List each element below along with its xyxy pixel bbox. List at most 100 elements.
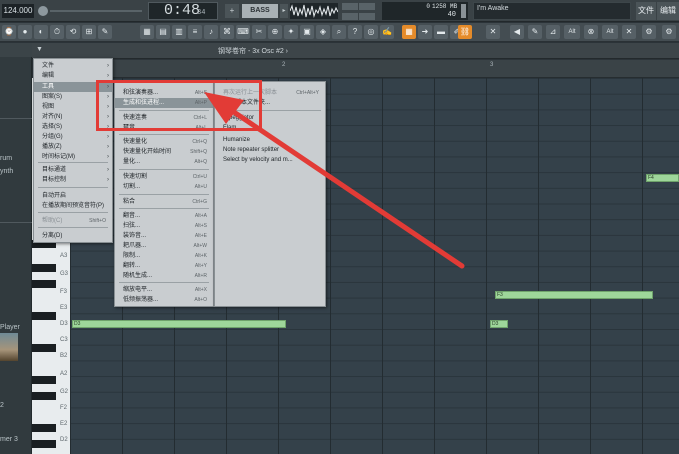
help-icon[interactable]: ? (348, 25, 362, 39)
note[interactable]: D3 (490, 320, 508, 328)
menu-item[interactable]: 在播放期间预览音符(P) (34, 201, 112, 211)
black-key[interactable] (32, 440, 56, 448)
song-position-slider[interactable] (38, 6, 143, 16)
loop-icon[interactable]: ⟲ (66, 25, 80, 39)
note[interactable]: F4 (646, 174, 679, 182)
layout-icon[interactable]: ▬ (434, 25, 448, 39)
search-icon[interactable]: ⌕ (332, 25, 346, 39)
browser-item[interactable]: Player (0, 324, 20, 331)
menu-item[interactable]: 耙爪器... Alt+W (115, 241, 213, 251)
menu-item-label: 目标通道 (42, 167, 67, 173)
black-key[interactable] (32, 392, 56, 400)
menu-separator (38, 162, 108, 163)
cut-icon[interactable]: ✂ (252, 25, 266, 39)
black-key[interactable] (32, 344, 56, 352)
menu-item[interactable]: 自动开启 (34, 191, 112, 201)
render-icon[interactable]: ◈ (316, 25, 330, 39)
menu-arrow-icon[interactable]: ▼ (36, 46, 43, 53)
cross-icon[interactable]: ✕ (622, 25, 636, 39)
menu-item[interactable]: 播放(Z) › (34, 142, 112, 152)
submenu-arrow-icon: › (107, 177, 109, 183)
browser-item[interactable]: rum (0, 155, 12, 162)
menu-item[interactable]: 文件 › (34, 61, 112, 71)
menu-item[interactable]: 目标控制 › (34, 175, 112, 185)
piano-roll-icon[interactable]: ▦ (140, 25, 154, 39)
black-key[interactable] (32, 424, 56, 432)
mute-icon[interactable]: ⊗ (584, 25, 598, 39)
menu-item[interactable]: 分组(G) › (34, 132, 112, 142)
timeline-ruler[interactable] (70, 60, 679, 78)
mixer-icon[interactable]: ≡ (188, 25, 202, 39)
bar-number: 2 (282, 62, 286, 68)
speaker-icon[interactable]: ◀ (510, 25, 524, 39)
menu-item[interactable]: 快速量化开始时间 Shift+Q (115, 147, 213, 157)
pattern-selector[interactable]: BASS (242, 4, 278, 18)
menu-item-shortcut: Shift+O (89, 218, 106, 224)
menu-item[interactable]: 快速量化 Ctrl+Q (115, 137, 213, 147)
submenu-arrow-icon: › (107, 63, 109, 69)
note[interactable]: F3 (495, 291, 653, 299)
menu-item[interactable]: 限制... Alt+K (115, 251, 213, 261)
record-icon[interactable]: ● (18, 25, 32, 39)
control-icon[interactable]: ⊿ (546, 25, 560, 39)
menu-item[interactable]: 量化... Alt+Q (115, 157, 213, 167)
menu-item[interactable]: 随机生成... Alt+R (115, 271, 213, 281)
menu-item[interactable]: 装饰音... Alt+E (115, 231, 213, 241)
submenu-arrow-icon: › (107, 154, 109, 160)
snap-icon[interactable]: ⊕ (268, 25, 282, 39)
menu-item[interactable]: 缩放电平... Alt+X (115, 285, 213, 295)
close-icon[interactable]: ✕ (486, 25, 500, 39)
blend-icon[interactable]: ◐ (34, 25, 48, 39)
menu-item[interactable]: 帮助(C) Shift+O (34, 216, 112, 226)
alt-button-1[interactable]: Alt (564, 25, 580, 39)
browser-icon[interactable]: ⌘ (220, 25, 234, 39)
black-key[interactable] (32, 312, 56, 320)
menu-item[interactable]: 低频振荡器... Alt+O (115, 295, 213, 305)
tempo-display[interactable]: 124.000 (2, 4, 34, 18)
note[interactable]: D3 (72, 320, 286, 328)
brush-icon[interactable]: ✎ (528, 25, 542, 39)
highlight-tool-icon[interactable]: ▦ (402, 25, 416, 39)
menu-file[interactable]: 文件 (636, 2, 656, 20)
web-icon[interactable]: ◎ (364, 25, 378, 39)
step-icon[interactable]: ⊞ (82, 25, 96, 39)
typing-keyboard-icon[interactable]: ⌨ (236, 25, 250, 39)
plugin-thumbnail[interactable] (0, 333, 18, 361)
metronome-icon[interactable]: ⌚ (2, 25, 16, 39)
wrench-icon[interactable]: ⚙ (642, 25, 656, 39)
wait-icon[interactable]: ⏱ (50, 25, 64, 39)
menu-item[interactable]: 切割... Alt+U (115, 182, 213, 192)
menu-item[interactable]: 分离(D) (34, 231, 112, 241)
black-key[interactable] (32, 376, 56, 384)
edit-icon[interactable]: ✍ (380, 25, 394, 39)
arrow-tool-icon[interactable]: ➜ (418, 25, 432, 39)
menu-item-label: 分离(D) (42, 233, 63, 239)
menu-item-shortcut: Alt+X (194, 287, 207, 293)
menu-item[interactable]: 粘合 Ctrl+G (115, 197, 213, 207)
playlist-icon[interactable]: ▤ (156, 25, 170, 39)
menu-item[interactable]: 快速切割 Ctrl+U (115, 172, 213, 182)
save-icon[interactable]: ▣ (300, 25, 314, 39)
scale-icon[interactable]: ✎ (98, 25, 112, 39)
browser-item[interactable]: 2 (0, 402, 4, 409)
menu-item[interactable]: 扫弦... Alt+S (115, 221, 213, 231)
link-icon[interactable]: ⛓ (458, 25, 472, 39)
black-key[interactable] (32, 280, 56, 288)
black-key[interactable] (32, 264, 56, 272)
alt-button-2[interactable]: Alt (602, 25, 618, 39)
key-label: E2 (60, 421, 68, 427)
browser-item[interactable]: mer 3 (0, 436, 18, 443)
menu-item[interactable]: 时间标记(M) › (34, 152, 112, 162)
menu-item[interactable]: 目标通道 › (34, 165, 112, 175)
menu-item[interactable]: 翻转... Alt+Y (115, 261, 213, 271)
menu-item[interactable]: 翻音... Alt+A (115, 211, 213, 221)
pattern-arrow-icon[interactable]: ▸ (280, 4, 288, 18)
menu-edit[interactable]: 编辑 (657, 2, 679, 20)
bookmark-icon[interactable]: ✦ (284, 25, 298, 39)
settings-icon[interactable]: ⚙ (662, 25, 676, 39)
browser-item[interactable]: ynth (0, 168, 13, 175)
plugin-picker-icon[interactable]: ♪ (204, 25, 218, 39)
pattern-add-button[interactable]: + (225, 4, 239, 18)
mini-toggle-grid[interactable] (342, 3, 378, 20)
channel-rack-icon[interactable]: ▥ (172, 25, 186, 39)
